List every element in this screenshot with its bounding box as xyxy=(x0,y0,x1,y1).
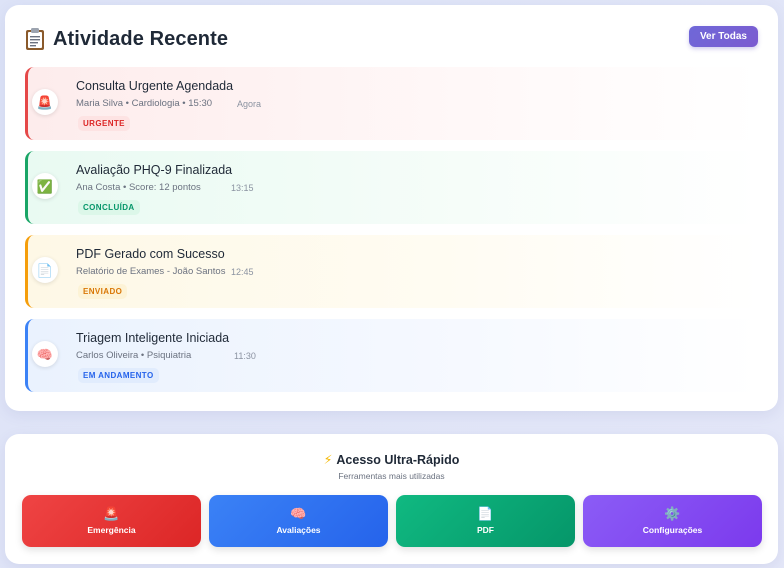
brain-icon: 🧠 xyxy=(32,341,58,367)
activity-time: 11:30 xyxy=(234,351,256,361)
activity-time: Agora xyxy=(237,99,262,109)
document-icon: 📄 xyxy=(32,257,58,283)
activity-item-pdf-generated[interactable]: 📄 PDF Gerado com Sucesso Relatório de Ex… xyxy=(25,235,760,308)
activity-title: Triagem Inteligente Iniciada xyxy=(76,331,230,345)
settings-button[interactable]: ⚙️ Configurações xyxy=(583,495,762,547)
siren-icon: 🚨 xyxy=(103,506,120,521)
activity-title: Consulta Urgente Agendada xyxy=(76,79,234,93)
siren-icon: 🚨 xyxy=(32,89,58,115)
activity-meta: Maria Silva • Cardiologia • 15:30 xyxy=(76,98,213,109)
status-badge: URGENTE xyxy=(78,116,130,131)
evaluations-button[interactable]: 🧠 Avaliações xyxy=(209,495,388,547)
activity-item-smart-triage[interactable]: 🧠 Triagem Inteligente Iniciada Carlos Ol… xyxy=(25,319,760,392)
status-badge: ENVIADO xyxy=(78,284,128,299)
page-title: Atividade Recente xyxy=(53,27,229,50)
activity-title: PDF Gerado com Sucesso xyxy=(76,247,225,261)
recent-activity-card: Atividade Recente Ver Todas 🚨 Consulta U… xyxy=(5,5,778,411)
recent-activity-header: Atividade Recente Ver Todas xyxy=(25,25,758,53)
evaluations-button-label: Avaliações xyxy=(276,525,321,535)
status-badge: CONCLUÍDA xyxy=(78,200,140,215)
emergency-button[interactable]: 🚨 Emergência xyxy=(22,495,201,547)
status-badge: EM ANDAMENTO xyxy=(78,368,159,383)
quick-access-title-text: Acesso Ultra-Rápido xyxy=(336,453,460,467)
quick-access-card: ⚡ Acesso Ultra-Rápido Ferramentas mais ut… xyxy=(5,434,778,564)
gear-icon: ⚙️ xyxy=(664,506,681,521)
activity-time: 13:15 xyxy=(231,183,254,193)
activity-time: 12:45 xyxy=(231,267,254,277)
document-icon: 📄 xyxy=(477,506,494,521)
lightning-icon: ⚡ xyxy=(323,453,333,467)
pdf-button-label: PDF xyxy=(477,525,494,535)
quick-access-title: ⚡ Acesso Ultra-Rápido xyxy=(5,452,778,467)
activity-item-urgent-appointment[interactable]: 🚨 Consulta Urgente Agendada Maria Silva … xyxy=(25,67,760,140)
activity-meta: Ana Costa • Score: 12 pontos xyxy=(76,182,201,193)
clipboard-icon xyxy=(25,27,45,51)
activity-meta: Relatório de Exames - João Santos xyxy=(76,266,226,277)
activity-meta: Carlos Oliveira • Psiquiatria xyxy=(76,350,192,361)
quick-access-subtitle: Ferramentas mais utilizadas xyxy=(338,471,445,481)
activity-title: Avaliação PHQ-9 Finalizada xyxy=(76,163,233,177)
emergency-button-label: Emergência xyxy=(87,525,136,535)
brain-icon: 🧠 xyxy=(290,506,307,521)
settings-button-label: Configurações xyxy=(642,525,703,535)
check-box-icon: ✅ xyxy=(32,173,58,199)
activity-item-phq9-evaluation[interactable]: ✅ Avaliação PHQ-9 Finalizada Ana Costa •… xyxy=(25,151,760,224)
see-all-button[interactable]: Ver Todas xyxy=(688,26,758,47)
pdf-button[interactable]: 📄 PDF xyxy=(396,495,575,547)
